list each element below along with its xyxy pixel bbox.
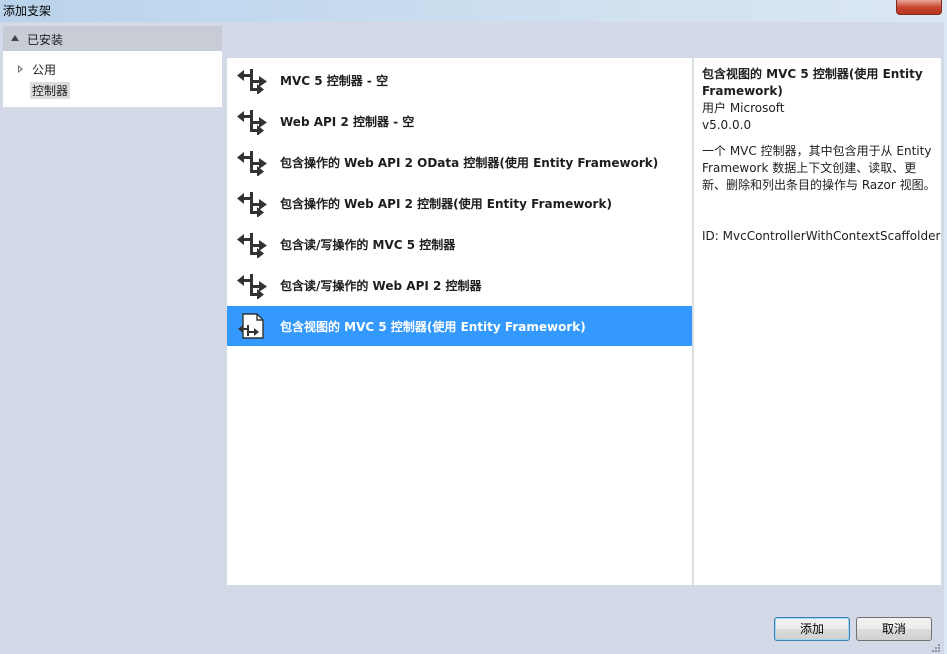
controller-arrows-icon xyxy=(237,189,269,218)
category-tree: 公用 控制器 xyxy=(3,51,222,107)
template-item-label: MVC 5 控制器 - 空 xyxy=(280,74,389,88)
template-item-label: 包含视图的 MVC 5 控制器(使用 Entity Framework) xyxy=(280,320,586,334)
collapse-triangle-icon[interactable] xyxy=(11,35,19,41)
template-item[interactable]: 包含操作的 Web API 2 OData 控制器(使用 Entity Fram… xyxy=(227,142,692,182)
tree-item-label: 公用 xyxy=(32,63,57,77)
cancel-button[interactable]: 取消 xyxy=(856,617,932,641)
template-list: MVC 5 控制器 - 空 Web API 2 控制器 - 空 包含操作的 We… xyxy=(227,58,692,585)
template-item-label: 包含操作的 Web API 2 OData 控制器(使用 Entity Fram… xyxy=(280,156,659,170)
template-item[interactable]: 包含读/写操作的 Web API 2 控制器 xyxy=(227,265,692,305)
dialog-client: 已安装 公用 控制器 MVC 5 控制器 - 空 Web API 2 控制器 -… xyxy=(0,22,944,654)
template-item-label: 包含读/写操作的 MVC 5 控制器 xyxy=(280,238,456,252)
details-pane: 包含视图的 MVC 5 控制器(使用 Entity Framework) 用户 … xyxy=(693,58,941,585)
details-version: v5.0.0.0 xyxy=(702,118,752,132)
controller-arrows-icon xyxy=(237,107,269,136)
details-author: 用户 Microsoft xyxy=(702,101,785,115)
controller-arrows-icon xyxy=(237,66,269,95)
controller-arrows-icon xyxy=(237,230,269,259)
details-description: 一个 MVC 控制器，其中包含用于从 Entity Framework 数据上下… xyxy=(702,144,936,192)
template-item[interactable]: MVC 5 控制器 - 空 xyxy=(227,60,692,100)
window-title: 添加支架 xyxy=(3,4,52,18)
template-item-label: 包含操作的 Web API 2 控制器(使用 Entity Framework) xyxy=(280,197,612,211)
details-id: ID: MvcControllerWithContextScaffolder xyxy=(702,229,941,243)
add-button[interactable]: 添加 xyxy=(774,617,850,641)
window-close-button[interactable] xyxy=(896,0,942,15)
sidebar-header-installed[interactable]: 已安装 xyxy=(3,26,222,51)
controller-arrows-icon xyxy=(237,271,269,300)
template-item-label: 包含读/写操作的 Web API 2 控制器 xyxy=(280,279,482,293)
template-item[interactable]: Web API 2 控制器 - 空 xyxy=(227,101,692,141)
expand-triangle-icon[interactable] xyxy=(18,65,23,73)
template-item[interactable]: 包含读/写操作的 MVC 5 控制器 xyxy=(227,224,692,264)
template-item-label: Web API 2 控制器 - 空 xyxy=(280,115,415,129)
resize-grip-icon[interactable] xyxy=(930,644,940,652)
controller-with-views-icon xyxy=(237,312,269,340)
details-title: 包含视图的 MVC 5 控制器(使用 Entity Framework) xyxy=(702,67,923,98)
template-item[interactable]: 包含操作的 Web API 2 控制器(使用 Entity Framework) xyxy=(227,183,692,223)
tree-item-label: 控制器 xyxy=(30,82,71,99)
template-item[interactable]: 包含视图的 MVC 5 控制器(使用 Entity Framework) xyxy=(227,306,692,346)
title-bar: 添加支架 xyxy=(0,0,947,22)
controller-arrows-icon xyxy=(237,148,269,177)
sidebar-header-label: 已安装 xyxy=(27,33,64,47)
